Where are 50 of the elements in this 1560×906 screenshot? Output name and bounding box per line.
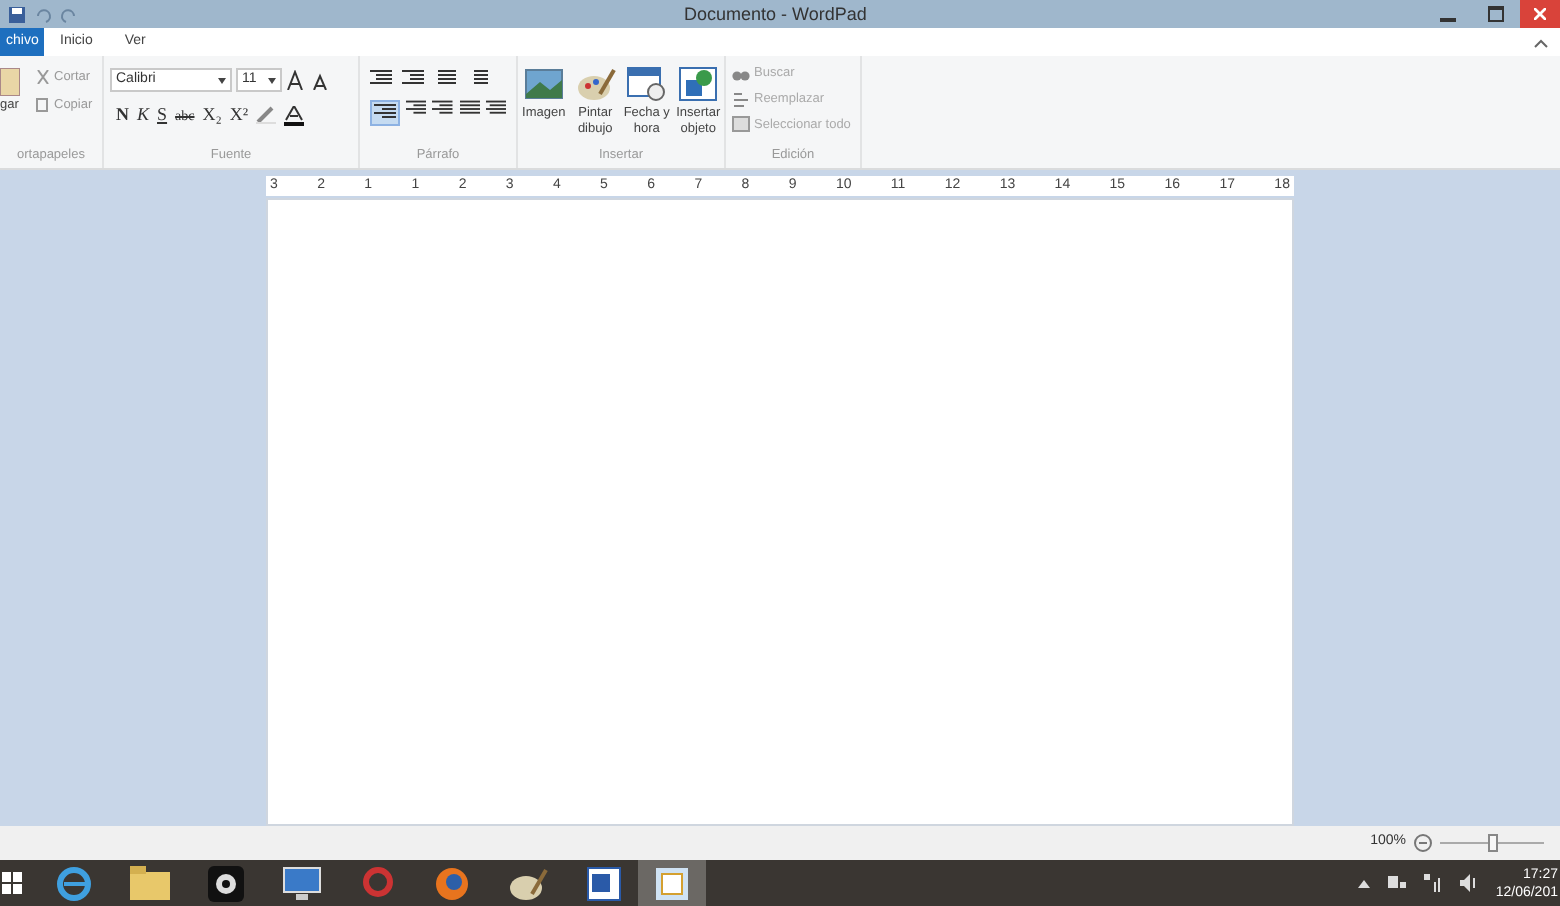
- zoom-slider-thumb[interactable]: [1488, 834, 1498, 852]
- speaker-icon[interactable]: [1459, 874, 1478, 892]
- palette-icon: [575, 66, 616, 102]
- caret-icon: [218, 77, 226, 83]
- shrink-font-icon[interactable]: [312, 70, 330, 90]
- justify-icon[interactable]: [459, 100, 480, 118]
- format-button[interactable]: N: [116, 102, 129, 129]
- browser-e-icon[interactable]: [56, 865, 92, 901]
- folder-icon[interactable]: [130, 866, 170, 900]
- paragraph-icon[interactable]: [485, 100, 506, 118]
- copy-icon: [36, 98, 50, 113]
- highlighter-icon[interactable]: [256, 106, 277, 125]
- windows-logo-icon[interactable]: [2, 872, 22, 894]
- select-all-icon: [732, 116, 750, 133]
- object-icon: [678, 66, 719, 102]
- close-icon: [1534, 8, 1546, 20]
- wordpad-icon: [656, 867, 688, 899]
- network-icon[interactable]: [1423, 874, 1442, 892]
- palette-icon[interactable]: [508, 865, 548, 901]
- active-taskbar-button[interactable]: [638, 860, 706, 906]
- caret-icon: [268, 77, 276, 83]
- chevron-up-icon[interactable]: [1357, 879, 1370, 887]
- monitor-icon[interactable]: [282, 865, 322, 901]
- font-color-icon[interactable]: [284, 105, 305, 126]
- document-icon[interactable]: [586, 865, 622, 901]
- align-right-icon[interactable]: [432, 100, 453, 118]
- maximize-icon[interactable]: [1488, 6, 1504, 22]
- close-button[interactable]: [1520, 0, 1560, 28]
- collapse-ribbon-icon[interactable]: [1534, 37, 1548, 47]
- format-button[interactable]: X²: [229, 102, 249, 129]
- decrease-indent-icon[interactable]: [370, 70, 392, 88]
- format-button[interactable]: X₂: [202, 102, 222, 129]
- webcam-icon[interactable]: [208, 865, 244, 901]
- save-icon[interactable]: [8, 5, 26, 23]
- bullet-list-icon[interactable]: [434, 70, 456, 88]
- align-center-icon[interactable]: [406, 100, 427, 118]
- calendar-clock-icon: [626, 66, 667, 102]
- binoculars-icon: [732, 65, 750, 82]
- format-button[interactable]: K: [137, 102, 150, 129]
- clipboard-icon: [0, 68, 20, 96]
- grow-font-icon[interactable]: [286, 70, 308, 90]
- replace-icon: [732, 91, 750, 108]
- window-title: Documento - WordPad: [684, 2, 867, 28]
- scissors-icon: [36, 70, 50, 85]
- picture-icon: [523, 66, 564, 102]
- format-button[interactable]: S: [157, 102, 168, 129]
- zoom-slider-track[interactable]: [1440, 834, 1544, 852]
- firefox-icon[interactable]: [434, 865, 470, 901]
- zoom-out-icon[interactable]: [1414, 834, 1432, 852]
- increase-indent-icon[interactable]: [402, 70, 424, 88]
